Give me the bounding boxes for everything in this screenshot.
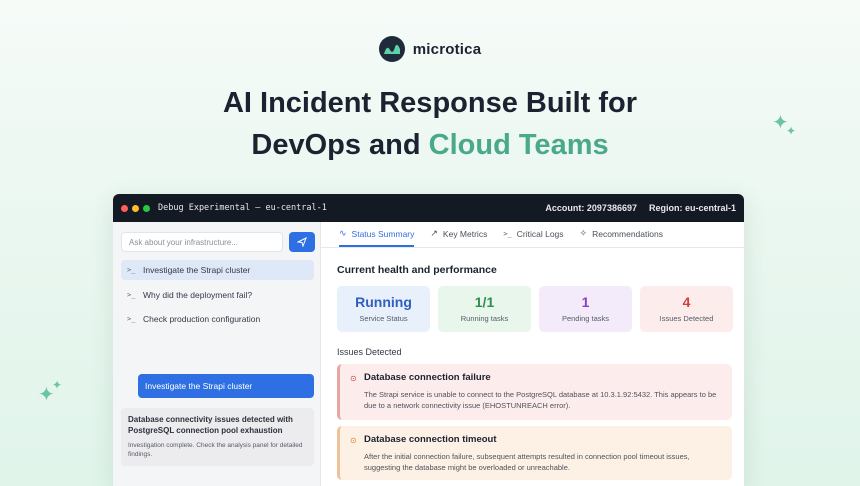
sparkle-small-icon: ✦ [52, 378, 63, 392]
send-icon [297, 237, 307, 247]
app-window: Debug Experimental — eu-central-1 Accoun… [113, 194, 744, 486]
card-value: 1/1 [474, 294, 495, 310]
suggestion-item[interactable]: >_ Check production configuration [121, 309, 314, 329]
suggestion-item[interactable]: >_ Why did the deployment fail? [121, 285, 314, 305]
issue-title: Database connection timeout [364, 434, 497, 445]
send-button[interactable] [289, 232, 315, 252]
search-input[interactable]: Ask about your infrastructure... [121, 232, 283, 252]
hero-line-2-plain: DevOps and [251, 129, 429, 161]
microtica-logo-icon [378, 36, 405, 62]
status-card-pending-tasks: 1 Pending tasks [539, 286, 632, 332]
issues-heading: Issues Detected [337, 347, 402, 357]
card-value: 1 [581, 294, 590, 310]
user-message: Investigate the Strapi cluster [138, 374, 314, 398]
tab-label: Recommendations [592, 228, 663, 239]
tab-key-metrics[interactable]: ↗ Key Metrics [430, 228, 487, 247]
terminal-prompt-icon: >_ [127, 315, 136, 323]
terminal-prompt-icon: >_ [127, 266, 136, 274]
close-dot[interactable] [121, 204, 128, 212]
card-label: Issues Detected [659, 314, 714, 323]
card-label: Pending tasks [561, 314, 610, 323]
brand-name: microtica [412, 40, 482, 58]
issue-item[interactable]: ⊙ Database connection timeout After the … [337, 426, 732, 480]
tab-label: Status Summary [351, 228, 415, 239]
suggestion-item[interactable]: >_ Investigate the Strapi cluster [121, 260, 314, 280]
account-label: Account: 2097386697 [545, 203, 637, 213]
card-value: 4 [682, 294, 691, 310]
hero-line-2: DevOps and Cloud Teams [0, 124, 860, 166]
terminal-prompt-icon: >_ [127, 291, 136, 299]
assistant-reply: Database connectivity issues detected wi… [121, 408, 314, 466]
window-titlebar: Debug Experimental — eu-central-1 Accoun… [113, 194, 744, 222]
issue-title: Database connection failure [364, 372, 491, 383]
tab-critical-logs[interactable]: >_ Critical Logs [503, 229, 563, 247]
analysis-panel: ∿ Status Summary ↗ Key Metrics >_ Critic… [321, 222, 744, 486]
region-label: Region: eu-central-1 [648, 203, 736, 213]
suggestion-label: Why did the deployment fail? [143, 290, 253, 300]
suggestion-label: Check production configuration [143, 314, 261, 324]
hero-line-2-accent: Cloud Teams [428, 129, 609, 161]
tab-label: Key Metrics [442, 228, 488, 239]
alert-circle-icon: ⊙ [350, 436, 357, 445]
trend-icon: ↗ [430, 228, 438, 238]
maximize-dot[interactable] [143, 204, 150, 212]
chat-panel: Ask about your infrastructure... >_ Inve… [113, 222, 321, 486]
section-title: Current health and performance [337, 264, 497, 276]
issue-description: The Strapi service is unable to connect … [364, 390, 717, 410]
suggestion-label: Investigate the Strapi cluster [143, 265, 251, 275]
tab-recommendations[interactable]: ✧ Recommendations [580, 228, 663, 247]
card-value: Running [355, 294, 412, 310]
reply-title: Database connectivity issues detected wi… [128, 415, 293, 435]
brand-header: microtica [0, 36, 860, 62]
tab-status-summary[interactable]: ∿ Status Summary [339, 228, 415, 247]
hero-line-1: AI Incident Response Built for [222, 87, 638, 119]
sparkle-small-icon: ✦ [786, 124, 797, 138]
status-card-running-tasks: 1/1 Running tasks [438, 286, 531, 332]
status-card-issues: 4 Issues Detected [640, 286, 733, 332]
tab-label: Critical Logs [516, 229, 564, 239]
sparkle-icon: ✧ [579, 228, 588, 238]
card-label: Service Status [359, 314, 408, 323]
minimize-dot[interactable] [132, 204, 139, 212]
status-card-service: Running Service Status [337, 286, 430, 332]
hero-headline: AI Incident Response Built for DevOps an… [0, 82, 860, 166]
status-cards: Running Service Status 1/1 Running tasks… [337, 286, 733, 332]
pulse-icon: ∿ [339, 228, 347, 238]
alert-circle-icon: ⊙ [350, 374, 357, 383]
card-label: Running tasks [460, 314, 509, 323]
window-title: Debug Experimental — eu-central-1 [158, 203, 327, 213]
issue-description: After the initial connection failure, su… [364, 452, 690, 472]
issue-item[interactable]: ⊙ Database connection failure The Strapi… [337, 364, 732, 420]
reply-subtitle: Investigation complete. Check the analys… [128, 442, 303, 458]
terminal-icon: >_ [503, 230, 512, 238]
tab-bar: ∿ Status Summary ↗ Key Metrics >_ Critic… [321, 222, 744, 248]
